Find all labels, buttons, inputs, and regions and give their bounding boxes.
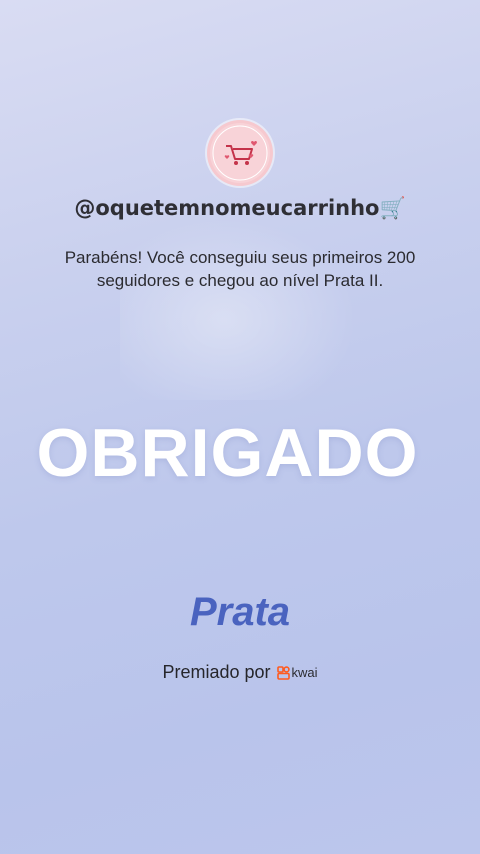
congrats-message: Parabéns! Você conseguiu seus primeiros … — [64, 248, 416, 290]
thanks-headline: OBRIGADO — [36, 415, 419, 491]
kwai-brand-text: kwai — [291, 665, 318, 680]
shopping-cart-logo-icon — [210, 123, 270, 183]
award-line: Premiado por kwai — [0, 662, 480, 683]
kwai-logo-icon — [276, 665, 290, 680]
award-label: Premiado por — [162, 662, 271, 682]
profile-handle[interactable]: @oquetemnomeucarrinho🛒 — [0, 196, 480, 221]
kwai-brand[interactable]: kwai — [276, 665, 318, 680]
avatar[interactable] — [207, 120, 273, 186]
light-beam-decoration — [120, 200, 380, 400]
tier-level-label: Prata — [189, 590, 291, 634]
